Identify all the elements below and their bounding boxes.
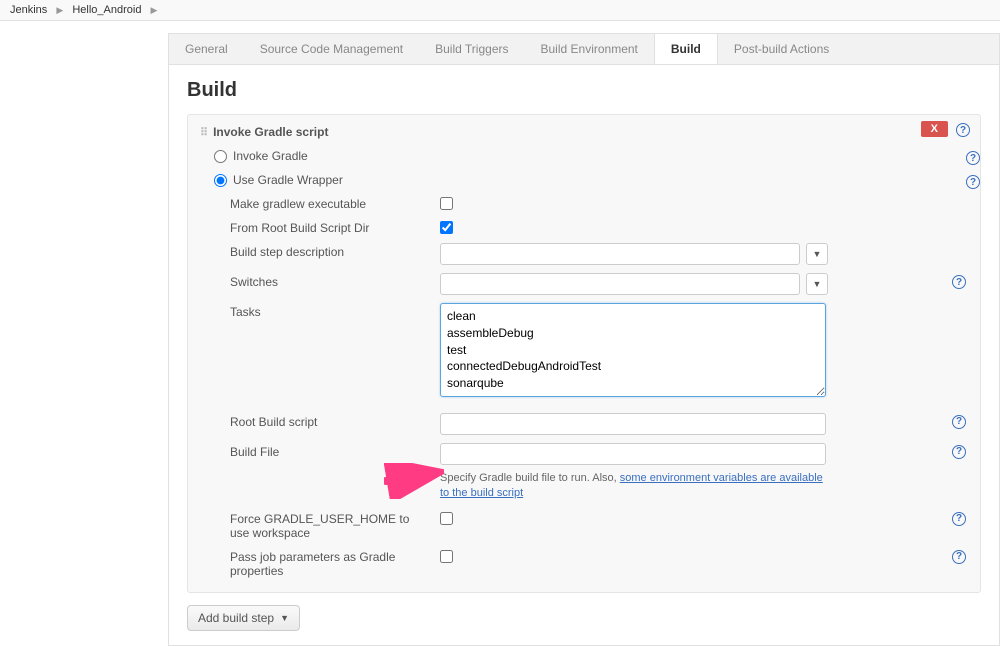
label-make-exec: Make gradlew executable (230, 195, 440, 211)
drag-handle-icon[interactable]: ⠿ (200, 126, 207, 139)
chevron-right-icon: ▶ (56, 5, 63, 15)
checkbox-make-exec[interactable] (440, 197, 453, 210)
input-description[interactable] (440, 243, 800, 265)
tab-general[interactable]: General (169, 34, 244, 64)
radio-use-wrapper[interactable] (214, 174, 227, 187)
label-build-file: Build File (230, 443, 440, 459)
label-tasks: Tasks (230, 303, 440, 319)
page-title: Build (187, 79, 981, 102)
label-root-script: Root Build script (230, 413, 440, 429)
radio-invoke-label: Invoke Gradle (233, 149, 308, 163)
help-icon[interactable]: ? (966, 175, 980, 189)
label-description: Build step description (230, 243, 440, 259)
input-build-file[interactable] (440, 443, 826, 465)
help-icon[interactable]: ? (952, 275, 966, 289)
help-icon[interactable]: ? (952, 445, 966, 459)
checkbox-from-root[interactable] (440, 221, 453, 234)
help-icon[interactable]: ? (952, 512, 966, 526)
label-force-home: Force GRADLE_USER_HOME to use workspace (230, 510, 440, 540)
radio-invoke-gradle[interactable] (214, 150, 227, 163)
tab-build[interactable]: Build (654, 33, 718, 64)
add-build-step-button[interactable]: Add build step▼ (187, 605, 300, 631)
help-icon[interactable]: ? (956, 123, 970, 137)
breadcrumb-jenkins[interactable]: Jenkins (10, 4, 47, 16)
build-file-hint: Specify Gradle build file to run. Also, … (440, 471, 826, 502)
radio-wrapper-label: Use Gradle Wrapper (233, 173, 343, 187)
tab-scm[interactable]: Source Code Management (244, 34, 419, 64)
tab-triggers[interactable]: Build Triggers (419, 34, 524, 64)
delete-step-button[interactable]: X (921, 121, 948, 137)
caret-down-icon: ▼ (280, 613, 289, 623)
build-step-box: ⠿ Invoke Gradle script X ? Invoke Gradle… (187, 114, 981, 593)
build-section: Build ⠿ Invoke Gradle script X ? Invoke … (168, 65, 1000, 646)
expand-button[interactable]: ▼ (806, 273, 828, 295)
textarea-tasks[interactable] (440, 303, 826, 397)
tab-environment[interactable]: Build Environment (525, 34, 654, 64)
step-title: Invoke Gradle script (213, 125, 328, 139)
breadcrumb: Jenkins ▶ Hello_Android ▶ (0, 0, 1000, 21)
input-switches[interactable] (440, 273, 800, 295)
label-pass-params: Pass job parameters as Gradle properties (230, 548, 440, 578)
chevron-right-icon: ▶ (151, 5, 158, 15)
expand-button[interactable]: ▼ (806, 243, 828, 265)
help-icon[interactable]: ? (952, 415, 966, 429)
breadcrumb-project[interactable]: Hello_Android (72, 4, 141, 16)
step-header: ⠿ Invoke Gradle script (200, 125, 968, 139)
checkbox-force-home[interactable] (440, 512, 453, 525)
tab-postbuild[interactable]: Post-build Actions (718, 34, 845, 64)
input-root-script[interactable] (440, 413, 826, 435)
help-icon[interactable]: ? (966, 151, 980, 165)
config-tab-bar: General Source Code Management Build Tri… (168, 33, 1000, 65)
label-from-root: From Root Build Script Dir (230, 219, 440, 235)
checkbox-pass-params[interactable] (440, 550, 453, 563)
help-icon[interactable]: ? (952, 550, 966, 564)
label-switches: Switches (230, 273, 440, 289)
